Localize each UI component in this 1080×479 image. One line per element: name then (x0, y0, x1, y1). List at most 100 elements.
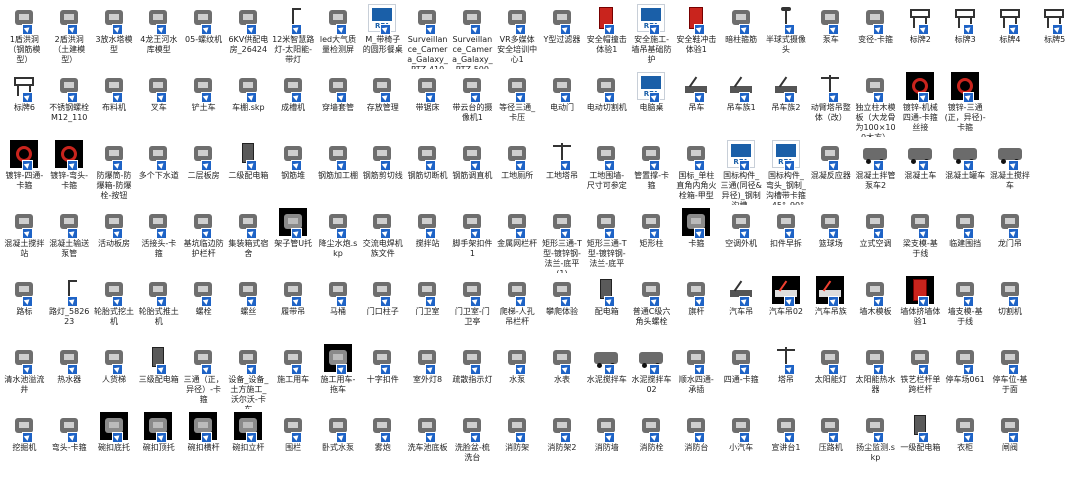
file-item[interactable]: 标牌4 (988, 2, 1033, 70)
file-item[interactable]: 不锈钢螺栓M12_110 (47, 70, 92, 138)
file-item[interactable]: 吊车 (674, 70, 719, 138)
file-item[interactable]: 太阳能灯 (808, 342, 853, 410)
file-item[interactable]: 小汽车 (719, 410, 764, 478)
file-item[interactable]: 半球式摄像头 (764, 2, 809, 70)
file-item[interactable]: 工地塔吊 (540, 138, 585, 206)
file-item[interactable]: 塔吊 (764, 342, 809, 410)
file-item[interactable]: 标牌5 (1032, 2, 1077, 70)
file-item[interactable]: 疏散指示灯 (450, 342, 495, 410)
file-item[interactable]: 立式空调 (853, 206, 898, 274)
file-item[interactable]: 铁艺栏杆单跨栏杆 (898, 342, 943, 410)
file-item[interactable]: 金属网栏杆 (495, 206, 540, 274)
file-item[interactable]: 停车场061 (943, 342, 988, 410)
file-item[interactable]: 搅拌站 (405, 206, 450, 274)
file-item[interactable]: 活动板房 (92, 206, 137, 274)
file-item[interactable]: 设备_设备_土方施工_沃尔沃-卡车 (226, 342, 271, 410)
file-item[interactable]: 衣柜 (943, 410, 988, 478)
file-item[interactable]: 篮球场 (808, 206, 853, 274)
file-item[interactable]: 马桶 (316, 274, 361, 342)
file-item[interactable]: 螺丝 (226, 274, 271, 342)
file-item[interactable]: 叉车 (136, 70, 181, 138)
file-item[interactable]: 普通C级六角头螺栓 (629, 274, 674, 342)
file-item[interactable]: 卡箍 (674, 206, 719, 274)
file-item[interactable]: 混凝土拌管泵车2 (853, 138, 898, 206)
file-item[interactable]: 吊车族2 (764, 70, 809, 138)
file-item[interactable]: 1盾洪洞（钢筋模型） (2, 2, 47, 70)
file-item[interactable]: 洗车池底板 (405, 410, 450, 478)
file-item[interactable]: 标牌2 (898, 2, 943, 70)
file-item[interactable]: 混凝土输送泵管 (47, 206, 92, 274)
file-item[interactable]: 墙木模板 (853, 274, 898, 342)
file-item[interactable]: 国标构件_弯头_钢制_沟槽带卡箍_45°_90° (764, 138, 809, 206)
file-item[interactable]: 混凝土罐车 (943, 138, 988, 206)
file-item[interactable]: 标牌3 (943, 2, 988, 70)
file-item[interactable]: 压路机 (808, 410, 853, 478)
file-item[interactable]: 停车位-基于面 (988, 342, 1033, 410)
file-item[interactable]: 矩形三通-T型-镀锌钢-法兰-底平 (584, 206, 629, 274)
file-item[interactable]: 布料机 (92, 70, 137, 138)
file-item[interactable]: 太阳能热水器 (853, 342, 898, 410)
file-item[interactable]: 镀锌-机械四通-卡箍丝接 (898, 70, 943, 138)
file-item[interactable]: M_带椅子的圆形餐桌 (360, 2, 405, 70)
file-item[interactable]: 汽车吊02 (764, 274, 809, 342)
file-item[interactable]: 钢筋堆 (271, 138, 316, 206)
file-item[interactable]: 消防墙 (584, 410, 629, 478)
file-item[interactable]: 活接头-卡箍 (136, 206, 181, 274)
file-item[interactable]: 梁支模-基于线 (898, 206, 943, 274)
file-item[interactable]: 配电箱 (584, 274, 629, 342)
file-item[interactable]: led大气质量检测屏 (316, 2, 361, 70)
file-item[interactable]: 人货梯 (92, 342, 137, 410)
file-item[interactable]: 钢筋调直机 (450, 138, 495, 206)
file-item[interactable]: Y型过滤器 (540, 2, 585, 70)
file-item[interactable]: 吊车族1 (719, 70, 764, 138)
file-item[interactable]: 门卫室-门卫亭 (450, 274, 495, 342)
file-item[interactable]: 施工用车 (271, 342, 316, 410)
file-item[interactable]: 变径-卡箍 (853, 2, 898, 70)
file-item[interactable]: 墙支模-基于线 (943, 274, 988, 342)
file-item[interactable]: 动臂塔吊整体（改） (808, 70, 853, 138)
file-item[interactable]: 钢筋剪切线 (360, 138, 405, 206)
file-item[interactable]: 二层板房 (181, 138, 226, 206)
file-item[interactable]: 矩形柱 (629, 206, 674, 274)
file-item[interactable]: 消防架 (495, 410, 540, 478)
file-item[interactable]: 顺水四通-承插 (674, 342, 719, 410)
file-item[interactable]: 6KV供配电房_26424 (226, 2, 271, 70)
file-item[interactable]: 卧式水泵 (316, 410, 361, 478)
file-item[interactable]: 降尘水炮.skp (316, 206, 361, 274)
file-item[interactable]: 铲土车 (181, 70, 226, 138)
file-item[interactable]: 轮胎式推土机 (136, 274, 181, 342)
file-item[interactable]: 防爆筒-防爆箱-防爆栓-按钮 (92, 138, 137, 206)
file-item[interactable]: 国标构件_三通(同径&异径)_钢制_沟槽... (719, 138, 764, 206)
file-item[interactable]: 镀锌-四通-卡箍 (2, 138, 47, 206)
file-item[interactable]: 3放水塔模型 (92, 2, 137, 70)
file-item[interactable]: 门卫室 (405, 274, 450, 342)
file-item[interactable]: 水表 (540, 342, 585, 410)
file-item[interactable]: 安全鞋冲击体验1 (674, 2, 719, 70)
file-item[interactable]: 三级配电箱 (136, 342, 181, 410)
file-item[interactable]: 十字扣件 (360, 342, 405, 410)
file-item[interactable]: 多个下水道 (136, 138, 181, 206)
file-item[interactable]: 矩形三通-T型-镀锌钢-法兰-底平(1) (540, 206, 585, 274)
file-item[interactable]: Surveillance_Camera_Galaxy_PTZ-500S... (450, 2, 495, 70)
file-item[interactable]: 安全帽撞击体验1 (584, 2, 629, 70)
file-item[interactable]: 电动切割机 (584, 70, 629, 138)
file-item[interactable]: 路标 (2, 274, 47, 342)
file-item[interactable]: 切割机 (988, 274, 1033, 342)
file-item[interactable]: 弯头-卡箍 (47, 410, 92, 478)
file-item[interactable]: 履带吊 (271, 274, 316, 342)
file-item[interactable]: 旗杆 (674, 274, 719, 342)
file-item[interactable]: 碗扣立杆 (226, 410, 271, 478)
file-item[interactable]: 雾炮 (360, 410, 405, 478)
file-item[interactable]: 挖掘机 (2, 410, 47, 478)
file-item[interactable]: 洗脸盆-梳洗台 (450, 410, 495, 478)
file-item[interactable]: 工地厕所 (495, 138, 540, 206)
file-item[interactable]: 碗扣底托 (92, 410, 137, 478)
file-item[interactable]: 电脑桌 (629, 70, 674, 138)
file-item[interactable]: VR多媒体安全培训中心1 (495, 2, 540, 70)
file-item[interactable]: 室外灯8 (405, 342, 450, 410)
file-item[interactable]: 消防架2 (540, 410, 585, 478)
file-item[interactable]: 安全施工-墙吊基础防护 (629, 2, 674, 70)
file-item[interactable]: 临建围挡 (943, 206, 988, 274)
file-item[interactable]: 热水器 (47, 342, 92, 410)
file-item[interactable]: 攀爬体验 (540, 274, 585, 342)
